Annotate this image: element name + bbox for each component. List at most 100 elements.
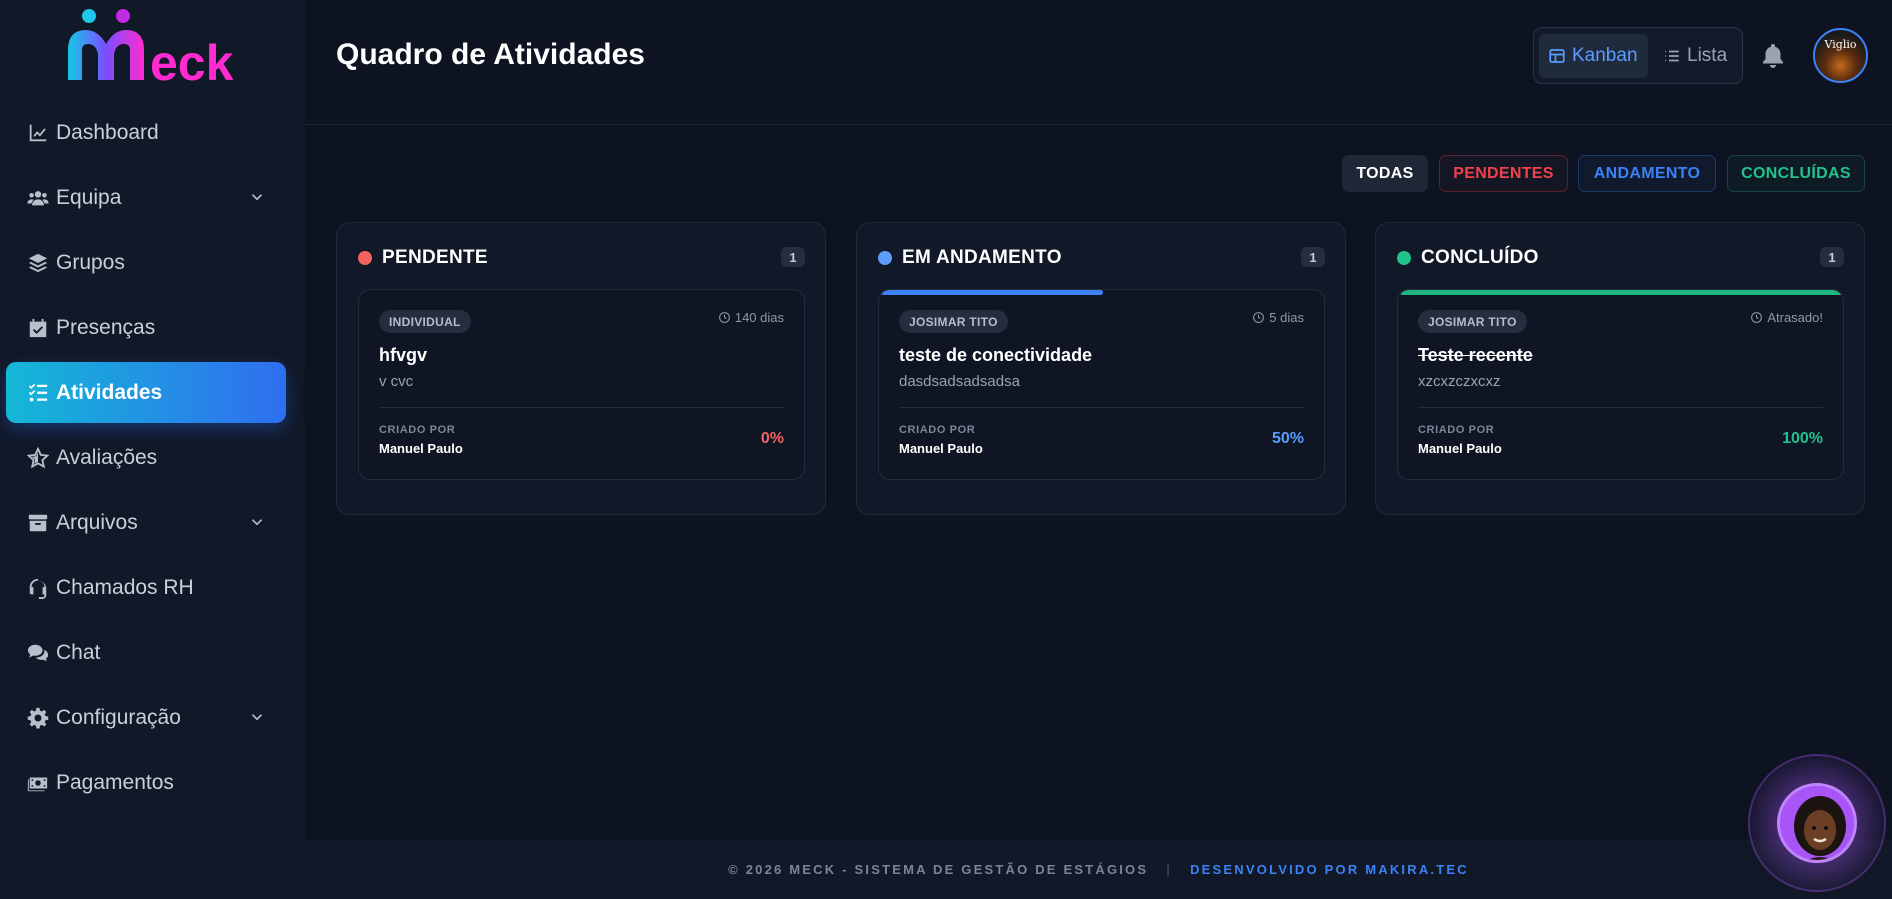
task-assignee-tag: JOSIMAR TITO xyxy=(899,310,1008,333)
card-divider xyxy=(899,407,1304,408)
column-header: CONCLUÍDO xyxy=(1397,247,1539,269)
sidebar-item-label: Arquivos xyxy=(56,510,138,534)
sidebar-item-label: Chat xyxy=(56,640,101,664)
footer-separator: | xyxy=(1166,862,1173,877)
column-title: EM ANDAMENTO xyxy=(902,247,1062,268)
page-title: Quadro de Atividades xyxy=(336,38,645,71)
status-dot xyxy=(878,251,892,265)
task-due: 5 dias xyxy=(1252,310,1304,325)
chevron-down-icon[interactable] xyxy=(248,708,266,726)
filter-concluidas-button[interactable]: CONCLUÍDAS xyxy=(1727,155,1865,192)
kanban-view-label: Kanban xyxy=(1572,45,1638,66)
headset-icon xyxy=(26,576,50,600)
header: Quadro de Atividades Kanban Lista Viglio xyxy=(305,0,1892,125)
task-description: v cvc xyxy=(379,373,414,390)
assistant-avatar xyxy=(1777,783,1857,863)
column-count-badge: 1 xyxy=(1820,247,1844,267)
sidebar-item-pagamentos[interactable]: Pagamentos xyxy=(6,752,286,813)
status-dot xyxy=(358,251,372,265)
sidebar-item-label: Chamados RH xyxy=(56,575,194,599)
task-assignee-tag: INDIVIDUAL xyxy=(379,310,471,333)
sidebar-item-label: Dashboard xyxy=(56,120,159,144)
chevron-down-icon[interactable] xyxy=(248,513,266,531)
sidebar: eck Dashboard Equipa Grupos Presenças At… xyxy=(0,0,305,899)
bell-icon[interactable] xyxy=(1761,43,1785,69)
task-card[interactable]: INDIVIDUAL 140 dias hfvgv v cvc CRIADO P… xyxy=(358,289,805,480)
sidebar-item-label: Configuração xyxy=(56,705,181,729)
sidebar-item-label: Avaliações xyxy=(56,445,158,469)
list-view-label: Lista xyxy=(1687,45,1728,66)
chevron-down-icon[interactable] xyxy=(248,188,266,206)
task-card[interactable]: JOSIMAR TITO 5 dias teste de conectivida… xyxy=(878,289,1325,480)
created-by-name: Manuel Paulo xyxy=(379,441,463,456)
sidebar-item-chat[interactable]: Chat xyxy=(6,622,286,683)
status-dot xyxy=(1397,251,1411,265)
task-card[interactable]: JOSIMAR TITO Atrasado! Teste recente xzc… xyxy=(1397,289,1844,480)
kanban-column-pendente: PENDENTE 1 INDIVIDUAL 140 dias hfvgv v c… xyxy=(336,222,826,515)
archive-icon xyxy=(26,511,50,535)
filter-pendentes-button[interactable]: PENDENTES xyxy=(1439,155,1568,192)
sidebar-item-atividades[interactable]: Atividades xyxy=(6,362,286,423)
task-due-text: Atrasado! xyxy=(1767,310,1823,325)
layers-icon xyxy=(26,251,50,275)
card-divider xyxy=(379,407,784,408)
sidebar-item-label: Presenças xyxy=(56,315,156,339)
task-title: teste de conectividade xyxy=(899,345,1093,365)
chart-line-icon xyxy=(26,121,50,145)
column-count-badge: 1 xyxy=(1301,247,1325,267)
task-progress-bar xyxy=(881,290,1103,295)
task-title: Teste recente xyxy=(1418,345,1533,365)
list-view-button[interactable]: Lista xyxy=(1654,34,1736,78)
columns-icon xyxy=(1549,49,1565,63)
task-progress: 100% xyxy=(1782,430,1823,447)
avatar-caption: Viglio xyxy=(1824,38,1857,51)
sidebar-nav: Dashboard Equipa Grupos Presenças Ativid… xyxy=(6,102,286,817)
column-header: EM ANDAMENTO xyxy=(878,247,1062,269)
footer-developer-link[interactable]: DESENVOLVIDO POR MAKIRA.TEC xyxy=(1190,862,1469,877)
column-count-badge: 1 xyxy=(781,247,805,267)
sidebar-item-label: Equipa xyxy=(56,185,122,209)
created-by-name: Manuel Paulo xyxy=(899,441,983,456)
task-progress: 0% xyxy=(760,430,784,447)
sidebar-item-configuracao[interactable]: Configuração xyxy=(6,687,286,748)
sidebar-item-dashboard[interactable]: Dashboard xyxy=(6,102,286,163)
sidebar-item-avaliacoes[interactable]: Avaliações xyxy=(6,427,286,488)
sidebar-item-arquivos[interactable]: Arquivos xyxy=(6,492,286,553)
column-title: PENDENTE xyxy=(382,247,488,268)
footer-copyright: © 2026 MECK - SISTEMA DE GESTÃO DE ESTÁG… xyxy=(728,862,1149,877)
kanban-view-button[interactable]: Kanban xyxy=(1539,34,1648,78)
clock-icon xyxy=(1751,312,1763,323)
user-avatar[interactable]: Viglio xyxy=(1813,28,1868,83)
task-due-text: 140 dias xyxy=(734,310,784,325)
clock-icon xyxy=(718,312,730,323)
meck-logo[interactable]: eck xyxy=(64,4,244,92)
sidebar-item-label: Grupos xyxy=(56,250,125,274)
column-title: CONCLUÍDO xyxy=(1421,247,1539,268)
sidebar-item-label: Atividades xyxy=(56,380,163,404)
view-toggle: Kanban Lista xyxy=(1533,27,1743,84)
filter-todas-button[interactable]: TODAS xyxy=(1342,155,1428,192)
created-by-label: CRIADO POR xyxy=(899,424,976,436)
logo-text: eck xyxy=(150,35,234,91)
sidebar-item-presencas[interactable]: Presenças xyxy=(6,297,286,358)
sidebar-item-grupos[interactable]: Grupos xyxy=(6,232,286,293)
users-icon xyxy=(26,186,50,210)
filter-andamento-button[interactable]: ANDAMENTO xyxy=(1578,155,1716,192)
sidebar-item-label: Pagamentos xyxy=(56,770,174,794)
task-progress-bar xyxy=(1400,290,1843,295)
sidebar-item-equipa[interactable]: Equipa xyxy=(6,167,286,228)
task-progress: 50% xyxy=(1271,430,1304,447)
footer: © 2026 MECK - SISTEMA DE GESTÃO DE ESTÁG… xyxy=(305,840,1892,899)
task-due-text: 5 dias xyxy=(1269,310,1304,325)
clock-icon xyxy=(1253,312,1265,323)
money-icon xyxy=(26,771,50,795)
sidebar-item-chamados-rh[interactable]: Chamados RH xyxy=(6,557,286,618)
created-by-label: CRIADO POR xyxy=(1418,424,1495,436)
task-description: dasdsadsadsadsa xyxy=(899,373,1020,390)
assistant-chat-button[interactable] xyxy=(1748,754,1886,892)
task-due: 140 dias xyxy=(718,310,784,325)
gear-icon xyxy=(26,706,50,730)
created-by-name: Manuel Paulo xyxy=(1418,441,1502,456)
created-by-label: CRIADO POR xyxy=(379,424,456,436)
task-title: hfvgv xyxy=(379,345,428,365)
